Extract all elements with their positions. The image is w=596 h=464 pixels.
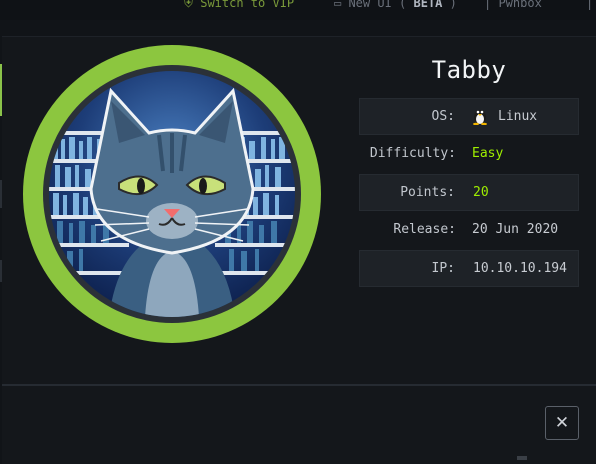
cat-avatar-icon: [49, 71, 295, 317]
close-button[interactable]: ✕: [545, 406, 579, 440]
machine-avatar: [23, 45, 321, 343]
release-label: Release:: [393, 222, 456, 237]
new-ui-toggle[interactable]: ▭ New UI ( BETA ): [334, 0, 457, 10]
ip-value: 10.10.10.194: [473, 261, 567, 276]
info-row-release: Release: 20 Jun 2020: [359, 212, 579, 249]
os-value: Linux: [498, 109, 538, 124]
linux-tux-icon: [473, 110, 487, 125]
machine-name: Tabby: [431, 56, 507, 84]
difficulty-label: Difficulty:: [369, 146, 456, 161]
close-icon: ✕: [554, 413, 570, 433]
beta-badge: BETA: [413, 0, 443, 10]
info-row-points: Points: 20: [359, 174, 579, 211]
os-label: OS:: [431, 109, 455, 124]
points-label: Points:: [400, 185, 455, 200]
release-value: 20 Jun 2020: [472, 222, 559, 237]
top-menu-icon[interactable]: |: [586, 0, 593, 10]
pwnbox-link[interactable]: | Pwnbox: [484, 0, 542, 10]
info-row-ip: IP: 10.10.10.194: [359, 250, 579, 287]
difficulty-value: Easy: [472, 146, 504, 161]
modal-footer-divider: [2, 384, 596, 386]
info-row-os: OS: Linux: [359, 98, 579, 135]
background-fragment: [517, 456, 527, 460]
top-navbar: ⛨ Switch to VIP ▭ New UI ( BETA ) | Pwnb…: [0, 0, 596, 20]
switch-to-vip-link[interactable]: ⛨ Switch to VIP: [184, 0, 294, 11]
points-value: 20: [473, 185, 489, 200]
ip-label: IP:: [431, 261, 455, 276]
info-row-difficulty: Difficulty: Easy: [359, 136, 579, 173]
